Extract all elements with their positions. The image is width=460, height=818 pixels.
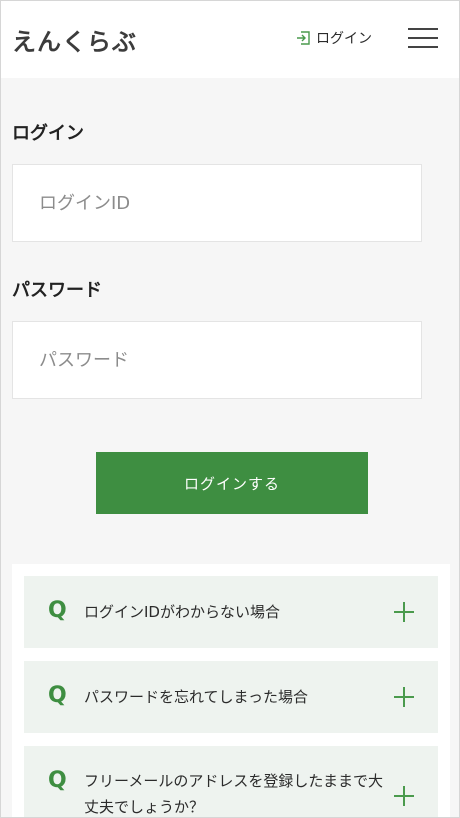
faq-section: Q ログインIDがわからない場合 Q パスワードを忘れてしまった場合 Q フリー…	[12, 564, 450, 818]
login-id-heading: ログイン	[12, 123, 84, 144]
password-input[interactable]	[12, 321, 422, 399]
plus-icon	[394, 786, 414, 806]
faq-question-text: フリーメールのアドレスを登録したままで大丈夫でしょうか？	[84, 772, 383, 816]
question-mark: Q	[48, 683, 67, 708]
header-login-link[interactable]: ログイン	[296, 27, 372, 49]
hamburger-menu-button[interactable]	[408, 27, 438, 49]
password-heading: パスワード	[12, 280, 102, 301]
login-submit-button[interactable]: ログインする	[96, 452, 368, 514]
faq-item-login-id[interactable]: Q ログインIDがわからない場合	[24, 576, 438, 648]
header-login-label: ログイン	[316, 31, 372, 47]
faq-question-text: ログインIDがわからない場合	[84, 603, 280, 621]
faq-question-text: パスワードを忘れてしまった場合	[84, 688, 308, 706]
hamburger-menu-icon	[408, 28, 438, 30]
question-mark: Q	[48, 768, 67, 793]
faq-item-free-mail[interactable]: Q フリーメールのアドレスを登録したままで大丈夫でしょうか？	[24, 746, 438, 818]
site-logo[interactable]: えんくらぶ	[12, 22, 137, 57]
login-id-input[interactable]	[12, 164, 422, 242]
login-icon	[297, 31, 310, 45]
plus-icon	[394, 687, 414, 707]
plus-icon	[394, 602, 414, 622]
site-header: えんくらぶ ログイン	[0, 0, 460, 78]
question-mark: Q	[48, 598, 67, 623]
faq-item-password[interactable]: Q パスワードを忘れてしまった場合	[24, 661, 438, 733]
